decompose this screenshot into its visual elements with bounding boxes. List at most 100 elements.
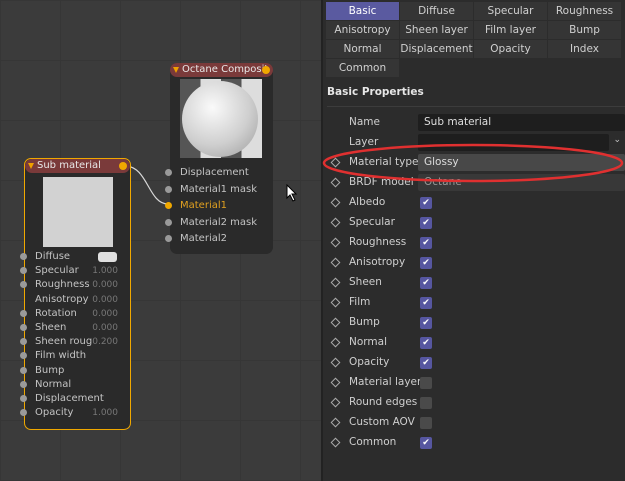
checkbox-roughness[interactable]: ✔	[420, 237, 432, 249]
checkbox-label: Specular	[349, 216, 395, 228]
octane-composite-node[interactable]: Octane Composit Displacement Material1 ma…	[165, 63, 273, 254]
param-value[interactable]: 0.000	[92, 309, 118, 319]
checkbox-sheen[interactable]: ✔	[420, 277, 432, 289]
param-value[interactable]: 0.200	[92, 337, 118, 347]
section-title: Basic Properties	[327, 86, 424, 98]
node-header[interactable]: Sub material	[25, 159, 130, 173]
name-label: Name	[349, 116, 380, 128]
keyframe-diamond-icon[interactable]	[330, 377, 341, 388]
checkbox-normal[interactable]: ✔	[420, 337, 432, 349]
param-label: Anisotropy	[35, 293, 89, 305]
input-socket[interactable]	[20, 338, 27, 346]
input-socket[interactable]	[20, 324, 27, 331]
collapse-triangle-icon[interactable]	[28, 163, 34, 169]
param-value[interactable]: 0.000	[92, 323, 118, 333]
input-socket[interactable]	[20, 366, 27, 374]
tab-displacement[interactable]: Displacement	[400, 40, 473, 58]
input-socket[interactable]	[20, 352, 27, 360]
input-socket[interactable]	[20, 380, 27, 388]
param-label: Opacity	[35, 407, 74, 419]
checkbox-label: Albedo	[349, 196, 386, 208]
param-value[interactable]: 0.000	[92, 280, 118, 290]
checkbox-opacity[interactable]: ✔	[420, 357, 432, 369]
param-label: Diffuse	[35, 251, 71, 262]
checkbox-specular[interactable]: ✔	[420, 217, 432, 229]
checkbox-custom-aov[interactable]	[420, 417, 432, 429]
checkbox-label: Common	[349, 436, 397, 448]
input-label: Displacement	[180, 167, 249, 178]
checkbox-material-layer[interactable]	[420, 377, 432, 389]
tab-normal[interactable]: Normal	[326, 40, 399, 58]
param-value[interactable]: 1.000	[92, 408, 118, 418]
output-socket[interactable]	[119, 162, 127, 170]
checkbox-anisotropy[interactable]: ✔	[420, 257, 432, 269]
keyframe-diamond-icon[interactable]	[330, 297, 341, 308]
param-label: Film width	[35, 350, 87, 362]
checkbox-label: Opacity	[349, 356, 390, 368]
tab-diffuse[interactable]: Diffuse	[400, 2, 473, 20]
tab-anisotropy[interactable]: Anisotropy	[326, 21, 399, 39]
name-input[interactable]: Sub material	[418, 114, 625, 131]
tab-basic[interactable]: Basic	[326, 2, 399, 20]
checkbox-common[interactable]: ✔	[420, 437, 432, 449]
checkbox-bump[interactable]: ✔	[420, 317, 432, 329]
keyframe-diamond-icon[interactable]	[330, 357, 341, 368]
divider	[327, 106, 625, 107]
param-label: Sheen	[35, 322, 67, 333]
tab-opacity[interactable]: Opacity	[474, 40, 547, 58]
checkbox-label: Bump	[349, 316, 380, 328]
node-header[interactable]: Octane Composit	[170, 63, 273, 77]
param-label: Displacement	[35, 393, 104, 404]
diffuse-color-swatch[interactable]	[98, 252, 117, 262]
keyframe-diamond-icon[interactable]	[330, 437, 341, 448]
input-socket[interactable]	[165, 185, 172, 193]
red-highlight-ellipse	[322, 143, 624, 183]
keyframe-diamond-icon[interactable]	[330, 317, 341, 328]
keyframe-diamond-icon[interactable]	[330, 417, 341, 428]
collapse-triangle-icon[interactable]	[173, 67, 179, 73]
checkbox-albedo[interactable]: ✔	[420, 197, 432, 209]
input-socket[interactable]	[165, 235, 172, 242]
param-value[interactable]: 1.000	[92, 266, 118, 276]
param-label: Rotation	[35, 307, 77, 319]
param-label: Sheen roug	[35, 336, 93, 348]
mouse-cursor-icon	[286, 184, 298, 202]
input-socket[interactable]	[20, 281, 27, 289]
tab-bump[interactable]: Bump	[548, 21, 621, 39]
checkbox-label: Anisotropy	[349, 256, 406, 268]
checkbox-label: Sheen	[349, 276, 382, 288]
keyframe-diamond-icon[interactable]	[330, 397, 341, 408]
keyframe-diamond-icon[interactable]	[330, 217, 341, 228]
checkbox-round-edges[interactable]	[420, 397, 432, 409]
input-socket[interactable]	[20, 309, 27, 317]
tab-sheen-layer[interactable]: Sheen layer	[400, 21, 473, 39]
tab-common[interactable]: Common	[326, 59, 399, 77]
output-socket[interactable]	[262, 66, 270, 74]
tab-roughness[interactable]: Roughness	[548, 2, 621, 20]
tab-index[interactable]: Index	[548, 40, 621, 58]
checkbox-film[interactable]: ✔	[420, 297, 432, 309]
input-socket[interactable]	[165, 202, 172, 209]
keyframe-diamond-icon[interactable]	[330, 257, 341, 268]
keyframe-diamond-icon[interactable]	[330, 237, 341, 248]
input-socket[interactable]	[20, 409, 27, 417]
tab-film-layer[interactable]: Film layer	[474, 21, 547, 39]
sub-material-node[interactable]: Sub material Diffuse Specular 1.000 Roughne…	[20, 158, 131, 430]
input-socket[interactable]	[165, 169, 172, 176]
param-label: Roughness	[35, 279, 90, 291]
keyframe-diamond-icon[interactable]	[330, 337, 341, 348]
checkbox-label: Round edges	[349, 396, 418, 408]
param-value[interactable]: 0.000	[92, 295, 118, 305]
node-editor-canvas[interactable]: Octane Composit Displacement Material1 ma…	[0, 0, 321, 481]
keyframe-diamond-icon[interactable]	[330, 277, 341, 288]
node-title: Sub material	[37, 160, 101, 171]
input-socket[interactable]	[20, 253, 27, 260]
node-title: Octane Composit	[182, 64, 269, 75]
tab-specular[interactable]: Specular	[474, 2, 547, 20]
checkbox-label: Material layer	[349, 376, 422, 388]
checkbox-label: Roughness	[349, 236, 407, 248]
keyframe-diamond-icon[interactable]	[330, 197, 341, 208]
input-socket[interactable]	[165, 218, 172, 226]
input-socket[interactable]	[20, 267, 27, 275]
input-socket[interactable]	[20, 395, 27, 402]
